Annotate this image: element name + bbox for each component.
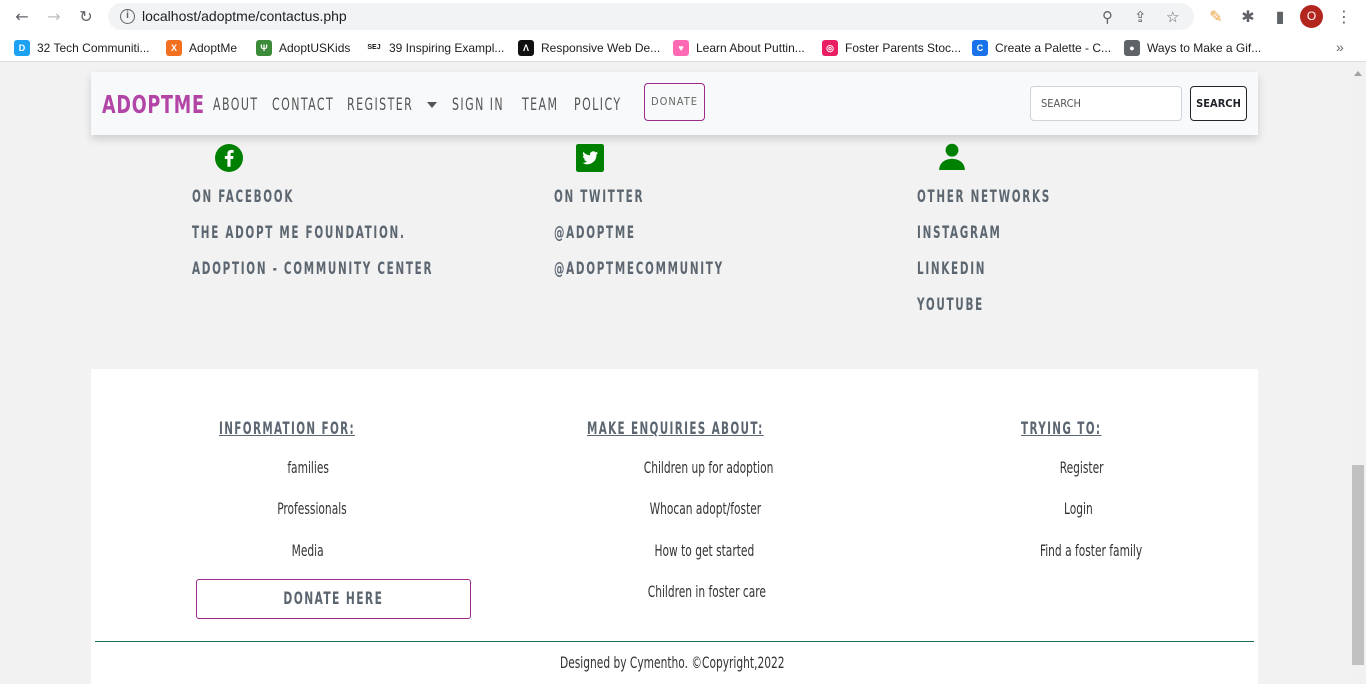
bookmark-favicon-icon: ● (1124, 40, 1140, 56)
bookmark-favicon-icon: Λ (518, 40, 534, 56)
bookmark-label: 32 Tech Communiti... (37, 41, 150, 55)
bookmark-item[interactable]: Ψ AdoptUSKids (256, 40, 350, 56)
donate-button[interactable]: DONATE (644, 83, 705, 121)
twitter-heading: ON TWITTER (554, 187, 645, 207)
facebook-community-link[interactable]: ADOPTION - COMMUNITY CENTER (192, 259, 433, 279)
footer-heading-enquiries: MAKE ENQUIRIES ABOUT: (587, 419, 764, 439)
nav-policy[interactable]: POLICY (574, 95, 622, 115)
scrollbar-thumb[interactable] (1352, 465, 1364, 665)
bookmark-favicon-icon: SEJ (366, 40, 382, 56)
footer-link-find-foster-family[interactable]: Find a foster family (1040, 541, 1142, 560)
bookmarks-overflow-chevron-icon[interactable]: » (1336, 39, 1344, 55)
bookmark-item[interactable]: X AdoptMe (166, 40, 237, 56)
browser-toolbar: ← → ↻ i localhost/adoptme/contactus.php … (0, 0, 1366, 33)
menu-kebab-icon[interactable]: ⋮ (1334, 6, 1354, 26)
footer-link-get-started[interactable]: How to get started (655, 541, 755, 560)
bookmarks-bar: D 32 Tech Communiti... X AdoptMe Ψ AdoptUSKid… (0, 33, 1366, 62)
back-icon[interactable]: ← (12, 6, 32, 26)
bookmark-item[interactable]: ♥ Learn About Puttin... (673, 40, 805, 56)
bookmark-favicon-icon: C (972, 40, 988, 56)
bookmark-item[interactable]: Λ Responsive Web De... (518, 40, 660, 56)
bookmark-item[interactable]: D 32 Tech Communiti... (14, 40, 150, 56)
footer-link-who-can-adopt[interactable]: Whocan adopt/foster (650, 499, 762, 518)
bookmark-favicon-icon: Ψ (256, 40, 272, 56)
zoom-icon[interactable]: ⚲ (1102, 8, 1113, 26)
bookmark-favicon-icon: D (14, 40, 30, 56)
brand-logo[interactable]: ADOPTME (102, 90, 205, 119)
linkedin-link[interactable]: LINKEDIN (917, 259, 986, 279)
youtube-link[interactable]: YOUTUBE (917, 295, 984, 315)
bookmark-star-icon[interactable]: ☆ (1166, 8, 1179, 26)
bookmark-label: 39 Inspiring Exampl... (389, 41, 505, 55)
bookmark-label: Learn About Puttin... (696, 41, 805, 55)
facebook-foundation-link[interactable]: THE ADOPT ME FOUNDATION. (192, 223, 406, 243)
bookmark-item[interactable]: ● Ways to Make a Gif... (1124, 40, 1261, 56)
share-icon[interactable]: ⇪ (1134, 8, 1147, 26)
other-networks-heading: OTHER NETWORKS (917, 187, 1051, 207)
bookmark-label: Foster Parents Stoc... (845, 41, 962, 55)
nav-register[interactable]: REGISTER (347, 95, 413, 115)
page-viewport: ADOPTME ABOUT CONTACT REGISTER SIGN IN T… (0, 67, 1350, 684)
side-panel-icon[interactable]: ▮ (1270, 6, 1290, 26)
site-info-icon[interactable]: i (120, 9, 135, 24)
twitter-icon[interactable] (576, 144, 604, 172)
footer-link-foster-care[interactable]: Children in foster care (648, 582, 766, 601)
search-input[interactable] (1030, 86, 1182, 121)
bookmark-item[interactable]: C Create a Palette - C... (972, 40, 1111, 56)
register-dropdown-chevron-icon[interactable] (427, 102, 437, 108)
bookmark-item[interactable]: SEJ 39 Inspiring Exampl... (366, 40, 504, 56)
donate-here-button[interactable]: DONATE HERE (196, 579, 471, 619)
bookmark-label: AdoptMe (189, 41, 238, 55)
bookmark-label: Responsive Web De... (541, 41, 661, 55)
nav-team[interactable]: TEAM (522, 95, 558, 115)
site-footer: INFORMATION FOR: families Professionals … (91, 369, 1258, 684)
nav-sign-in[interactable]: SIGN IN (452, 95, 504, 115)
bookmark-label: Ways to Make a Gif... (1147, 41, 1262, 55)
copyright-text: Designed by Cymentho. ©Copyright,2022 (560, 653, 785, 672)
footer-link-media[interactable]: Media (292, 541, 324, 560)
footer-link-children-adoption[interactable]: Children up for adoption (644, 458, 774, 477)
bookmark-label: AdoptUSKids (279, 41, 351, 55)
search-button[interactable]: SEARCH (1190, 86, 1247, 121)
forward-icon[interactable]: → (44, 6, 64, 26)
address-bar[interactable]: i localhost/adoptme/contactus.php ⚲ ⇪ ☆ (108, 3, 1194, 30)
facebook-icon[interactable] (215, 144, 243, 172)
footer-link-login[interactable]: Login (1064, 499, 1093, 518)
extension-pen-icon[interactable]: ✎ (1206, 6, 1226, 26)
scroll-up-arrow-icon[interactable] (1354, 71, 1362, 76)
twitter-adoptme-link[interactable]: @ADOPTME (554, 223, 636, 243)
donate-here-label: DONATE HERE (283, 589, 384, 609)
instagram-link[interactable]: INSTAGRAM (917, 223, 1002, 243)
nav-contact[interactable]: CONTACT (272, 95, 334, 115)
bookmark-favicon-icon: X (166, 40, 182, 56)
bookmark-label: Create a Palette - C... (995, 41, 1112, 55)
footer-divider (95, 641, 1254, 642)
profile-avatar[interactable]: O (1300, 5, 1323, 28)
facebook-heading: ON FACEBOOK (192, 187, 295, 207)
footer-heading-information: INFORMATION FOR: (219, 419, 356, 439)
bookmark-favicon-icon: ♥ (673, 40, 689, 56)
footer-heading-trying-to: TRYING TO: (1021, 419, 1102, 439)
footer-link-families[interactable]: families (287, 458, 329, 477)
reload-icon[interactable]: ↻ (76, 6, 96, 26)
twitter-community-link[interactable]: @ADOPTMECOMMUNITY (554, 259, 724, 279)
bookmark-favicon-icon: ◎ (822, 40, 838, 56)
extensions-puzzle-icon[interactable]: ✱ (1238, 6, 1258, 26)
person-icon[interactable] (938, 142, 966, 170)
site-navbar: ADOPTME ABOUT CONTACT REGISTER SIGN IN T… (91, 72, 1258, 135)
footer-link-professionals[interactable]: Professionals (277, 499, 347, 518)
bookmark-item[interactable]: ◎ Foster Parents Stoc... (822, 40, 961, 56)
address-url[interactable]: localhost/adoptme/contactus.php (142, 8, 347, 24)
nav-about[interactable]: ABOUT (213, 95, 259, 115)
footer-link-register[interactable]: Register (1060, 458, 1104, 477)
page-scrollbar[interactable] (1350, 67, 1366, 684)
